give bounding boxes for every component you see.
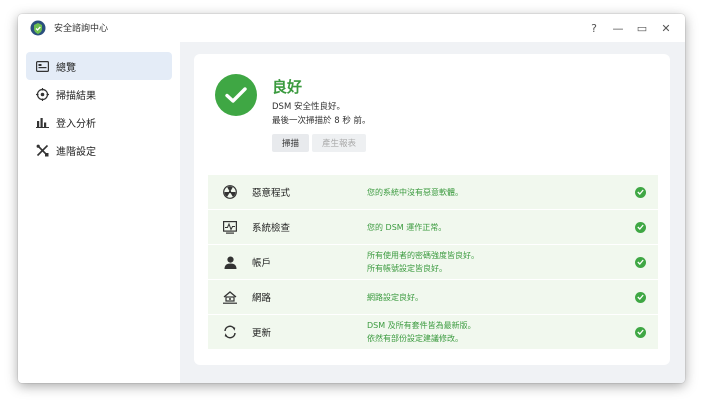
check-row-network[interactable]: 網路 網路設定良好。: [208, 280, 658, 314]
check-results-list: 惡意程式 您的系統中沒有惡意軟體。 系統檢查 您的 DSM 運作正常。 帳戶 所…: [208, 175, 658, 350]
check-row-update[interactable]: 更新 DSM 及所有套件皆為最新版。 依然有部份設定建議修改。: [208, 315, 658, 349]
generate-report-button[interactable]: 產生報表: [312, 134, 366, 152]
status-summary: DSM 安全性良好。: [272, 102, 345, 112]
sidebar-item-label: 掃描結果: [56, 90, 96, 102]
status-ok-icon: [215, 74, 257, 116]
check-description: 您的 DSM 運作正常。: [367, 222, 447, 232]
check-row-malware[interactable]: 惡意程式 您的系統中沒有惡意軟體。: [208, 175, 658, 209]
window-controls: ? — ▭ ✕: [585, 19, 675, 37]
help-button[interactable]: ?: [585, 19, 603, 37]
check-description: DSM 及所有套件皆為最新版。 依然有部份設定建議修改。: [367, 321, 476, 343]
refresh-icon: [222, 324, 238, 340]
advanced-settings-icon: [35, 143, 49, 157]
check-row-system[interactable]: 系統檢查 您的 DSM 運作正常。: [208, 210, 658, 244]
sidebar-item-label: 進階設定: [56, 146, 96, 158]
check-row-account[interactable]: 帳戶 所有使用者的密碼強度皆良好。 所有帳號設定皆良好。: [208, 245, 658, 279]
check-name: 帳戶: [252, 258, 272, 269]
sidebar-item-login-analysis[interactable]: 登入分析: [26, 108, 172, 136]
check-ok-icon: [635, 186, 646, 198]
overview-icon: [35, 59, 49, 73]
sidebar: 總覽 掃描結果 登入分析 進階設定: [18, 42, 180, 383]
title-bar: 安全諮詢中心 ? — ▭ ✕: [18, 14, 685, 42]
login-analysis-icon: [35, 115, 49, 129]
sidebar-item-advanced-settings[interactable]: 進階設定: [26, 136, 172, 164]
check-description: 網路設定良好。: [367, 292, 423, 302]
status-title: 良好: [272, 78, 303, 96]
app-window: 安全諮詢中心 ? — ▭ ✕ 總覽 掃描結果 登入分析 進階設定 良好 DSM …: [18, 14, 685, 383]
radiation-icon: [222, 184, 238, 200]
maximize-button[interactable]: ▭: [633, 19, 651, 37]
window-title: 安全諮詢中心: [54, 24, 109, 34]
check-ok-icon: [635, 221, 646, 233]
check-name: 惡意程式: [252, 188, 291, 199]
sidebar-item-label: 總覽: [56, 62, 76, 74]
sidebar-item-overview[interactable]: 總覽: [26, 52, 172, 80]
last-scan-time: 最後一次掃描於 8 秒 前。: [272, 116, 371, 126]
user-icon: [222, 254, 238, 270]
check-name: 系統檢查: [252, 223, 291, 234]
check-description: 您的系統中沒有惡意軟體。: [367, 187, 463, 197]
sidebar-item-scan-results[interactable]: 掃描結果: [26, 80, 172, 108]
minimize-button[interactable]: —: [609, 19, 627, 37]
overview-card: 良好 DSM 安全性良好。 最後一次掃描於 8 秒 前。 掃描 產生報表 惡意程…: [194, 54, 670, 365]
check-name: 網路: [252, 293, 272, 304]
check-ok-icon: [635, 326, 646, 338]
network-home-icon: [222, 289, 238, 305]
check-description: 所有使用者的密碼強度皆良好。 所有帳號設定皆良好。: [367, 251, 479, 273]
app-logo-icon: [30, 20, 46, 36]
scan-results-icon: [35, 87, 49, 101]
sidebar-item-label: 登入分析: [56, 118, 96, 130]
main-content: 良好 DSM 安全性良好。 最後一次掃描於 8 秒 前。 掃描 產生報表 惡意程…: [180, 42, 685, 383]
scan-button[interactable]: 掃描: [272, 134, 309, 152]
check-ok-icon: [635, 291, 646, 303]
check-name: 更新: [252, 328, 272, 339]
check-ok-icon: [635, 256, 646, 268]
system-monitor-icon: [222, 219, 238, 235]
close-button[interactable]: ✕: [657, 19, 675, 37]
